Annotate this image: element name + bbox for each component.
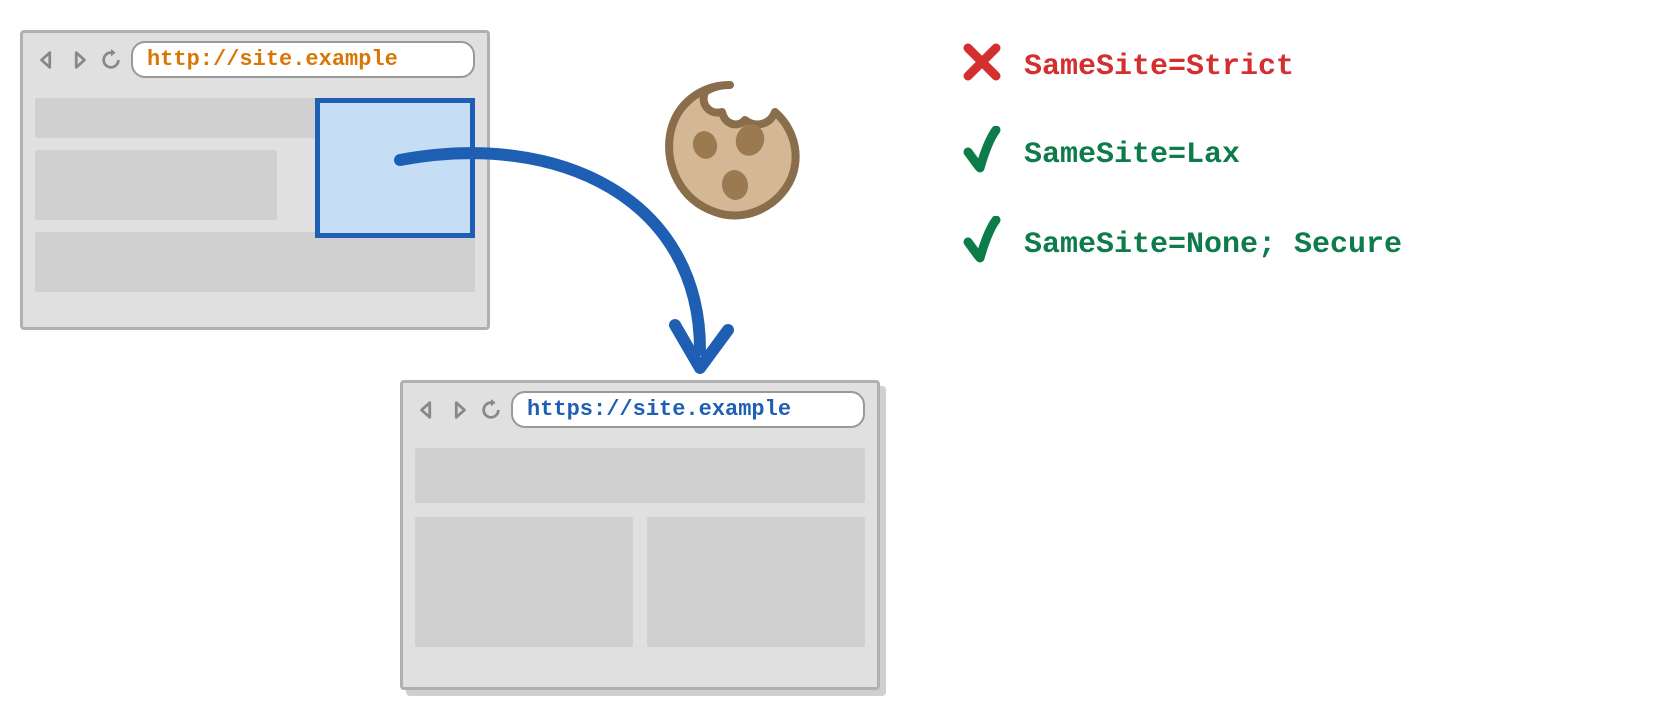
content-block: [35, 232, 475, 292]
forward-icon: [67, 48, 91, 72]
rule-strict: SameSite=Strict: [960, 40, 1402, 94]
reload-icon: [99, 48, 123, 72]
cross-icon: [960, 40, 1004, 94]
content-block: [415, 448, 865, 503]
content-block: [415, 517, 633, 647]
browser-toolbar: http://site.example: [23, 33, 487, 86]
target-browser: https://site.example: [400, 380, 880, 690]
url-bar: http://site.example: [131, 41, 475, 78]
browser-toolbar: https://site.example: [403, 383, 877, 436]
rule-text: SameSite=Lax: [1024, 138, 1240, 172]
rule-text: SameSite=Strict: [1024, 50, 1294, 84]
forward-icon: [447, 398, 471, 422]
link-highlight-box: [315, 98, 475, 238]
check-icon: [960, 126, 1004, 184]
url-bar: https://site.example: [511, 391, 865, 428]
browser-body: [403, 436, 877, 686]
rule-text: SameSite=None; Secure: [1024, 228, 1402, 262]
back-icon: [415, 398, 439, 422]
browser-body: [23, 86, 487, 326]
check-icon: [960, 216, 1004, 274]
reload-icon: [479, 398, 503, 422]
cookie-icon: [650, 70, 810, 235]
rule-lax: SameSite=Lax: [960, 126, 1402, 184]
samesite-rules-list: SameSite=Strict SameSite=Lax SameSite=No…: [960, 40, 1402, 274]
back-icon: [35, 48, 59, 72]
content-block: [35, 150, 277, 220]
source-browser: http://site.example: [20, 30, 490, 330]
rule-none-secure: SameSite=None; Secure: [960, 216, 1402, 274]
content-block: [647, 517, 865, 647]
